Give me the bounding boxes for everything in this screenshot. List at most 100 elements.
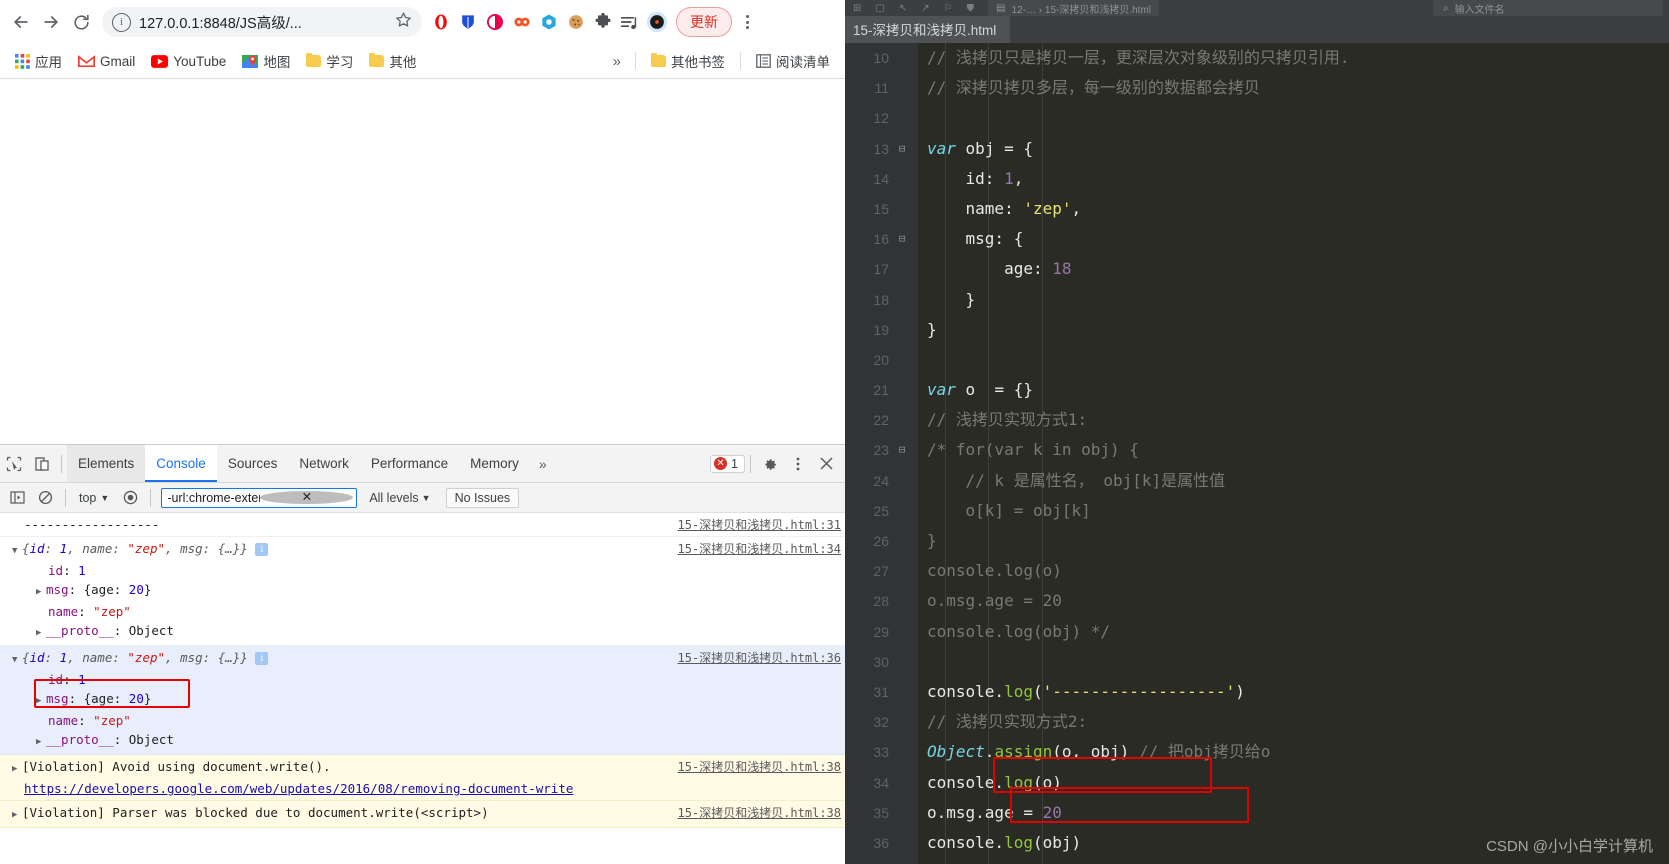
- expand-triangle-icon[interactable]: ▼: [12, 651, 22, 670]
- code-line[interactable]: 18 }: [845, 285, 1669, 315]
- expand-triangle-icon[interactable]: ▶: [36, 583, 46, 602]
- violation-link[interactable]: https://developers.google.com/web/update…: [24, 781, 573, 796]
- tab-console[interactable]: Console: [145, 445, 217, 482]
- kebab-menu-icon[interactable]: [734, 9, 760, 35]
- expand-triangle-icon[interactable]: ▶: [36, 733, 46, 752]
- puzzle-extension-icon[interactable]: [590, 9, 616, 35]
- address-bar[interactable]: i 127.0.0.1:8848/JS高级/...: [102, 7, 422, 37]
- code-line[interactable]: 16 ⊟ msg: {: [845, 224, 1669, 254]
- code-line[interactable]: 23 ⊟ /* for(var k in obj) {: [845, 435, 1669, 465]
- fold-marker[interactable]: ⊟: [896, 858, 908, 864]
- shield-icon[interactable]: ⛊: [967, 3, 975, 14]
- clear-filter-icon[interactable]: ✕: [260, 491, 354, 504]
- code-line[interactable]: 13 ⊟ var obj = {: [845, 134, 1669, 164]
- log-level-selector[interactable]: All levels ▼: [362, 491, 437, 505]
- code-line[interactable]: 24 // k 是属性名， obj[k]是属性值: [845, 466, 1669, 496]
- error-count-badge[interactable]: ✕ 1: [710, 454, 745, 473]
- bookmark-apps[interactable]: 应用: [8, 48, 69, 74]
- tab-sources[interactable]: Sources: [217, 445, 289, 482]
- forward-arrow-icon[interactable]: [36, 7, 66, 37]
- code-line[interactable]: 10 // 浅拷贝只是拷贝一层，更深层次对象级别的只拷贝引用.: [845, 43, 1669, 73]
- bookmark-icon[interactable]: ⚐: [944, 3, 953, 14]
- reload-icon[interactable]: [66, 7, 96, 37]
- code-line[interactable]: 32 // 浅拷贝实现方式2:: [845, 707, 1669, 737]
- console-row[interactable]: ▼ {id: 1, name: "zep", msg: {…}} i 15-深拷贝…: [0, 537, 845, 646]
- bookmark-maps[interactable]: 地图: [235, 48, 297, 74]
- code-line[interactable]: 22 // 浅拷贝实现方式1:: [845, 405, 1669, 435]
- gear-icon[interactable]: [756, 450, 784, 478]
- code-area[interactable]: 10 // 浅拷贝只是拷贝一层，更深层次对象级别的只拷贝引用. 11 // 深拷贝拷贝…: [845, 43, 1669, 864]
- bookmark-folder-other[interactable]: 其他: [362, 48, 423, 74]
- code-line[interactable]: 19}: [845, 315, 1669, 345]
- console-row[interactable]: ▼ {id: 1, name: "zep", msg: {…}} i 15-深拷贝…: [0, 646, 845, 755]
- fold-marker[interactable]: ⊟: [896, 134, 908, 164]
- bookmarks-overflow-icon[interactable]: »: [613, 53, 621, 70]
- code-line[interactable]: 28 o.msg.age = 20: [845, 586, 1669, 616]
- code-line[interactable]: 27 console.log(o): [845, 556, 1669, 586]
- more-tabs-icon[interactable]: »: [530, 456, 556, 472]
- tab-elements[interactable]: Elements: [67, 445, 146, 482]
- code-line[interactable]: 29 console.log(obj) */: [845, 617, 1669, 647]
- execution-context-selector[interactable]: top ▼: [73, 491, 115, 505]
- reading-list-button[interactable]: 阅读清单: [749, 48, 837, 74]
- info-badge-icon[interactable]: i: [255, 543, 269, 556]
- new-file-icon[interactable]: ⊞: [853, 3, 861, 14]
- opera-vpn-extension-icon[interactable]: [428, 9, 454, 35]
- code-line[interactable]: 14 id: 1,: [845, 164, 1669, 194]
- console-source-link[interactable]: 15-深拷贝和浅拷贝.html:38: [678, 804, 841, 821]
- hexagon-extension-icon[interactable]: [536, 9, 562, 35]
- close-icon[interactable]: [812, 450, 840, 478]
- info-badge-icon[interactable]: i: [255, 652, 269, 665]
- bookmark-youtube[interactable]: YouTube: [144, 51, 233, 72]
- clear-console-icon[interactable]: [32, 486, 58, 510]
- code-line[interactable]: 31 console.log('------------------'): [845, 677, 1669, 707]
- object-property[interactable]: ▶ __proto__: Object: [0, 730, 845, 752]
- expand-triangle-icon[interactable]: ▶: [36, 624, 46, 643]
- vinyl-extension-icon[interactable]: [644, 9, 670, 35]
- code-line[interactable]: 26}: [845, 526, 1669, 556]
- save-icon[interactable]: ▢: [875, 3, 884, 14]
- breadcrumb[interactable]: ▤ 12-… › 15-深拷贝和浅拷贝.html: [988, 0, 1160, 16]
- console-filter-input[interactable]: -url:chrome-extension://jgpl ✕: [161, 487, 358, 508]
- code-line[interactable]: 34 console.log(o): [845, 768, 1669, 798]
- bookmark-folder-study[interactable]: 学习: [299, 48, 360, 74]
- console-row[interactable]: ▶ [Violation] Avoid using document.write(…: [0, 755, 845, 801]
- code-line[interactable]: 21 var o = {}: [845, 375, 1669, 405]
- tab-performance[interactable]: Performance: [360, 445, 459, 482]
- console-row[interactable]: ▶ [Violation] Parser was blocked due to d…: [0, 801, 845, 828]
- expand-triangle-icon[interactable]: ▼: [12, 542, 22, 561]
- back-arrow-icon[interactable]: [6, 7, 36, 37]
- code-line[interactable]: 15 name: 'zep',: [845, 194, 1669, 224]
- back-nav-icon[interactable]: ↖: [899, 3, 907, 14]
- console-source-link[interactable]: 15-深拷贝和浅拷贝.html:38: [678, 758, 841, 775]
- inspect-element-icon[interactable]: [0, 450, 28, 478]
- object-property[interactable]: ▶ msg: {age: 20}: [0, 580, 845, 602]
- live-expression-icon[interactable]: [117, 486, 143, 510]
- cookie-extension-icon[interactable]: [563, 9, 589, 35]
- forward-nav-icon[interactable]: ↗: [921, 3, 929, 14]
- expand-triangle-icon[interactable]: ▶: [12, 760, 22, 779]
- infinity-extension-icon[interactable]: [509, 9, 535, 35]
- code-line[interactable]: 17 age: 18: [845, 254, 1669, 284]
- bookmark-other-bookmarks[interactable]: 其他书签: [644, 48, 732, 74]
- device-toolbar-icon[interactable]: [28, 450, 56, 478]
- tab-memory[interactable]: Memory: [459, 445, 530, 482]
- console-source-link[interactable]: 15-深拷贝和浅拷贝.html:31: [678, 516, 841, 533]
- code-line[interactable]: 35 o.msg.age = 20: [845, 798, 1669, 828]
- console-source-link[interactable]: 15-深拷贝和浅拷贝.html:34: [678, 540, 841, 557]
- bookmark-star-icon[interactable]: [395, 11, 412, 33]
- page-info-icon[interactable]: i: [112, 12, 131, 32]
- file-search-box[interactable]: ⌕ 输入文件名: [1433, 0, 1663, 16]
- code-line[interactable]: 12: [845, 103, 1669, 133]
- console-sidebar-icon[interactable]: [4, 486, 30, 510]
- issues-button[interactable]: No Issues: [445, 487, 520, 508]
- tab-network[interactable]: Network: [288, 445, 360, 482]
- console-row[interactable]: ------------------ 15-深拷贝和浅拷贝.html:31: [0, 513, 845, 537]
- fold-marker[interactable]: ⊟: [896, 224, 908, 254]
- ide-tab-active[interactable]: 15-深拷贝和浅拷贝.html: [845, 16, 1011, 43]
- kebab-menu-icon[interactable]: [784, 450, 812, 478]
- bookmark-gmail[interactable]: Gmail: [71, 51, 142, 72]
- fold-marker[interactable]: ⊟: [896, 435, 908, 465]
- playlist-extension-icon[interactable]: [617, 9, 643, 35]
- console-source-link[interactable]: 15-深拷贝和浅拷贝.html:36: [678, 649, 841, 666]
